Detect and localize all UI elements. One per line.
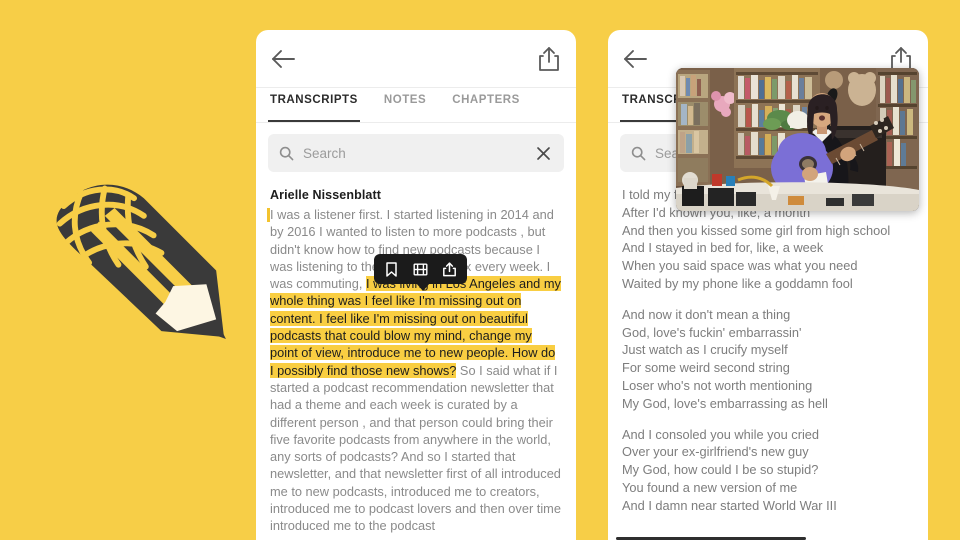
- list-item: Waited by my phone like a goddamn fool: [622, 275, 853, 291]
- bookmark-icon[interactable]: [383, 261, 400, 278]
- share-icon[interactable]: [536, 45, 562, 73]
- left-navbar: [256, 30, 576, 88]
- list-item: You found a new version of me: [622, 479, 798, 495]
- lyrics-scroll-area[interactable]: I told my friends you were the one After…: [608, 182, 928, 537]
- picture-in-picture-video[interactable]: [676, 68, 919, 211]
- left-search-area: [256, 123, 576, 182]
- list-item: And now it don't mean a thing: [622, 306, 791, 322]
- list-item: Over your ex-girlfriend's new guy: [622, 444, 809, 460]
- screenshot-stage: TRANSCRIPTS NOTES CHAPTERS Search Ariell…: [0, 0, 960, 540]
- tab-notes[interactable]: NOTES: [384, 88, 426, 122]
- list-item: Loser who's not worth mentioning: [622, 377, 813, 393]
- search-input[interactable]: [303, 145, 536, 161]
- search-icon: [279, 146, 294, 161]
- search-box[interactable]: [268, 134, 564, 172]
- close-icon[interactable]: [536, 146, 551, 161]
- tab-chapters[interactable]: CHAPTERS: [452, 88, 520, 122]
- back-arrow-icon[interactable]: [622, 46, 650, 72]
- search-icon: [631, 146, 646, 161]
- list-item: Just watch as I crucify myself: [622, 342, 788, 358]
- tab-transcripts[interactable]: TRANSCRIPTS: [268, 88, 360, 122]
- film-clip-icon[interactable]: [412, 261, 429, 278]
- stanza-break: [622, 413, 914, 426]
- playhead-marker: [267, 208, 270, 222]
- list-item: And I stayed in bed for, like, a week: [622, 240, 824, 256]
- selection-action-popup: [374, 254, 467, 291]
- speaker-name: Arielle Nissenblatt: [270, 188, 381, 202]
- list-item: My God, love's embarrassing as hell: [622, 395, 828, 411]
- stanza-break: [622, 293, 914, 306]
- list-item: My God, how could I be so stupid?: [622, 462, 819, 478]
- share-icon[interactable]: [441, 261, 458, 278]
- transcript-scroll-area[interactable]: Arielle Nissenblatt I was a listener fir…: [256, 182, 576, 537]
- back-arrow-icon[interactable]: [270, 46, 298, 72]
- transcript-segment-plain-2: So I said what if I started a podcast re…: [270, 362, 561, 534]
- list-item: For some weird second string: [622, 360, 790, 376]
- list-item: When you said space was what you need: [622, 258, 858, 274]
- list-item: God, love's fuckin' embarrassin': [622, 324, 802, 340]
- list-item: And I consoled you while you cried: [622, 426, 820, 442]
- left-tab-bar: TRANSCRIPTS NOTES CHAPTERS: [256, 88, 576, 123]
- pencil-illustration: [24, 165, 250, 380]
- list-item: And then you kissed some girl from high …: [622, 222, 891, 238]
- list-item: And I damn near started World War III: [622, 497, 837, 513]
